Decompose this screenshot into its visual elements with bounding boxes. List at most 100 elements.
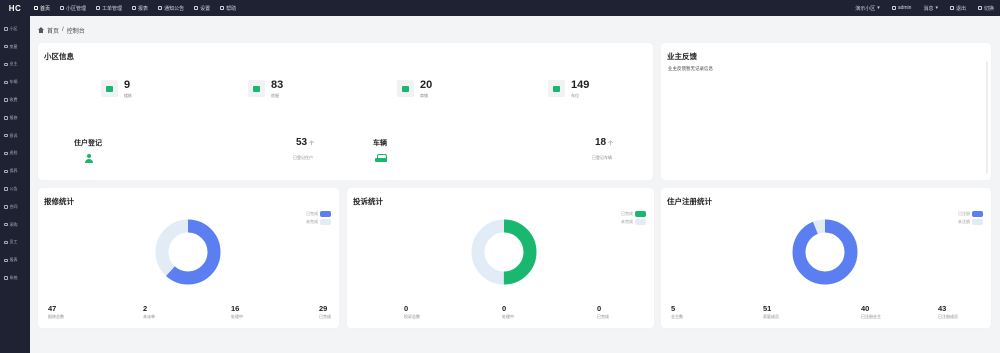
top-nav: 首页 小区管理 工单管理 报表 通知公告 设置 帮助 [30, 0, 242, 16]
sidebar: 小区房屋业主车辆收费报修投诉巡检保养公告合同采购员工报表系统 [0, 16, 30, 353]
topnav-reports[interactable]: 报表 [128, 0, 154, 16]
messages-button[interactable]: 消息 ▾ [917, 0, 944, 16]
sidebar-item[interactable]: 合同 [0, 198, 30, 216]
owner-section-title: 住户登记 [74, 140, 102, 147]
sidebar-item-label: 业主 [9, 61, 18, 67]
shop-icon [397, 80, 414, 97]
kpi-value: 40 [861, 304, 870, 313]
kpi-value: 0 [404, 304, 409, 313]
sidebar-item[interactable]: 报表 [0, 251, 30, 269]
switch-button[interactable]: 切换 [972, 0, 1000, 16]
kpi-label: 处理中 [231, 314, 243, 319]
community-switcher[interactable]: 演示小区 ▾ [849, 0, 886, 16]
sidebar-item[interactable]: 投诉 [0, 127, 30, 145]
topnav-help[interactable]: 帮助 [216, 0, 242, 16]
stat-value: 83 [271, 79, 284, 91]
sidebar-item[interactable]: 公告 [0, 180, 30, 198]
topnav-notice[interactable]: 通知公告 [154, 0, 190, 16]
topnav-label: 帮助 [226, 5, 237, 12]
sidebar-item[interactable]: 房屋 [0, 38, 30, 56]
help-icon [220, 6, 225, 10]
sidebar-item-label: 保养 [9, 168, 18, 174]
kpi-item: 29 已完成 [319, 305, 331, 320]
user-label: admin [897, 5, 912, 11]
order-icon [96, 6, 101, 10]
legend-item[interactable]: 已完成 [621, 211, 646, 217]
stat-label: 楼栋 [124, 93, 132, 98]
building-icon [60, 6, 65, 10]
menu-icon [4, 62, 8, 67]
owner-count-value: 53 [296, 137, 308, 148]
sidebar-item-label: 小区 [9, 25, 18, 31]
sidebar-item-label: 员工 [9, 239, 18, 245]
legend-item[interactable]: 未注册 [958, 219, 983, 225]
kpi-value: 2 [143, 304, 148, 313]
kpi-item: 2 未派单 [143, 305, 155, 320]
car-section-title: 车辆 [373, 140, 387, 147]
sidebar-item[interactable]: 采购 [0, 216, 30, 234]
stat-label: 商铺 [420, 93, 428, 98]
sidebar-item-label: 采购 [9, 221, 18, 227]
menu-icon [4, 205, 8, 209]
menu-icon [4, 80, 8, 85]
sidebar-item[interactable]: 系统 [0, 269, 30, 287]
sidebar-item[interactable]: 车辆 [0, 73, 30, 91]
kpi-item: 43 已注册成员 [938, 305, 958, 320]
legend-item[interactable]: 未完成 [306, 219, 331, 225]
owner-count-unit: 个 [309, 141, 315, 147]
sidebar-item[interactable]: 收费 [0, 91, 30, 109]
kpi-value: 47 [48, 304, 57, 313]
topnav-community[interactable]: 小区管理 [56, 0, 92, 16]
sidebar-item-label: 系统 [9, 275, 18, 281]
stat-label: 房屋 [271, 93, 279, 98]
legend-swatch [320, 219, 331, 225]
legend-item[interactable]: 已完成 [306, 211, 331, 217]
house-icon [248, 80, 265, 97]
chart-icon [132, 6, 137, 10]
user-icon [891, 6, 896, 10]
legend-item[interactable]: 未完成 [621, 219, 646, 225]
app-logo[interactable]: HC [0, 0, 30, 16]
feedback-scrollbar[interactable] [986, 61, 988, 174]
sidebar-item-label: 收费 [9, 97, 18, 103]
sidebar-item[interactable]: 巡检 [0, 145, 30, 163]
menu-icon [4, 276, 8, 280]
sidebar-item[interactable]: 业主 [0, 56, 30, 74]
legend-item[interactable]: 已注册 [958, 211, 983, 217]
logout-button[interactable]: 退出 [944, 0, 972, 16]
feedback-title: 业主反馈 [667, 52, 697, 61]
topnav-home[interactable]: 首页 [30, 0, 56, 16]
sidebar-item[interactable]: 小区 [0, 20, 30, 38]
gear-icon [194, 6, 199, 10]
chart-legend: 已注册 未注册 [958, 211, 983, 225]
community-info-title: 小区信息 [44, 52, 74, 61]
kpi-value: 29 [319, 304, 328, 313]
home-icon[interactable] [38, 27, 44, 33]
logout-icon [949, 6, 954, 10]
menu-icon [4, 44, 8, 49]
logout-label: 退出 [955, 5, 966, 12]
home-icon [34, 6, 38, 10]
sidebar-item[interactable]: 报修 [0, 109, 30, 127]
kpi-label: 已完成 [597, 314, 609, 319]
sidebar-item-label: 报修 [9, 114, 18, 120]
topnav-label: 小区管理 [66, 5, 87, 12]
donut-chart [155, 219, 221, 285]
topnav-orders[interactable]: 工单管理 [92, 0, 128, 16]
sidebar-item[interactable]: 保养 [0, 162, 30, 180]
menu-icon [4, 187, 8, 191]
stat-buildings: 9 楼栋 [101, 80, 132, 99]
sidebar-item-label: 巡检 [9, 150, 18, 156]
kpi-item: 0 投诉总数 [404, 305, 420, 320]
legend-swatch [635, 211, 646, 217]
sidebar-item-label: 合同 [9, 203, 18, 209]
stat-value: 9 [124, 79, 131, 91]
topnav-settings[interactable]: 设置 [190, 0, 216, 16]
repair-stats-card: 报修统计 已完成 未完成 47 报修总数 2 未派单 16 处理中 29 已完成 [38, 188, 339, 328]
stat-shops: 20 商铺 [397, 80, 432, 99]
breadcrumb-home[interactable]: 首页 [47, 26, 59, 35]
sidebar-item[interactable]: 员工 [0, 234, 30, 252]
legend-label: 已注册 [958, 211, 970, 216]
repair-stats-title: 报修统计 [44, 197, 74, 206]
user-menu[interactable]: admin [886, 0, 918, 16]
